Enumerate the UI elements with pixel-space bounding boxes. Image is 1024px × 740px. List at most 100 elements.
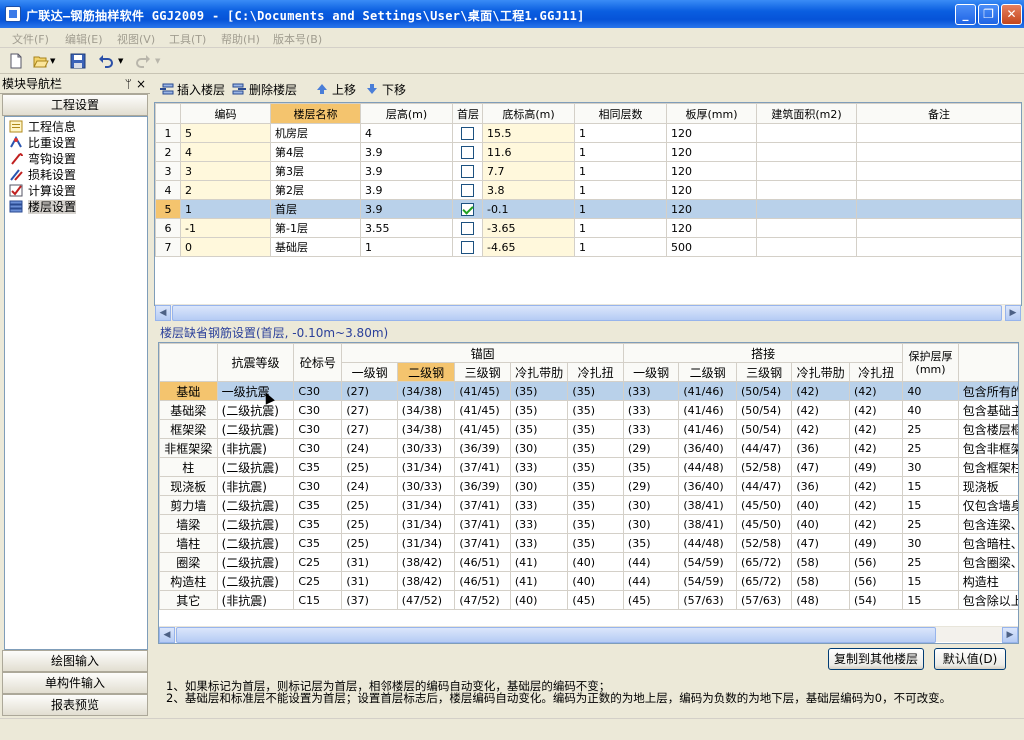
cell-note[interactable]: 包含连梁、暗梁、边 <box>957 514 1018 534</box>
cell-anchor-value[interactable]: (35) <box>567 438 624 458</box>
cell-first-floor[interactable] <box>452 199 483 219</box>
cell-lap-value[interactable]: (57/63) <box>678 590 737 610</box>
cell-anchor-value[interactable]: (27) <box>341 400 398 420</box>
cell-anchor-value[interactable]: (41/45) <box>454 400 511 420</box>
cell-lap-value[interactable]: (54/59) <box>678 552 737 572</box>
cell-anchor-value[interactable]: (30/33) <box>396 476 456 496</box>
cell-height[interactable]: 1 <box>360 237 453 257</box>
cell-lap-value[interactable]: (47) <box>791 533 850 553</box>
rebar-row[interactable]: 基础 一级抗震 C30 (27) (34/38) (41/45) (35) (35) (33)(… <box>159 381 1018 401</box>
cell-note[interactable]: 包含所有的基础构件 <box>957 381 1018 401</box>
cell-lap-value[interactable]: (45) <box>622 590 680 610</box>
cell-anchor-value[interactable]: (34/38) <box>396 419 456 439</box>
cell-slab-thickness[interactable]: 500 <box>666 237 757 257</box>
cell-lap-value[interactable]: (42) <box>848 495 904 515</box>
rebar-scroll-left-icon[interactable]: ◀ <box>159 627 175 643</box>
cell-lap-value[interactable]: (41/46) <box>678 419 737 439</box>
delete-floor-button[interactable]: 删除楼层 <box>232 81 297 98</box>
cell-seismic-grade[interactable]: 一级抗震 <box>216 381 295 401</box>
anchor-cold-twisted-header[interactable]: 冷扎扭 <box>567 362 624 382</box>
cell-anchor-value[interactable]: (36/39) <box>454 476 511 496</box>
cell-anchor-value[interactable]: (37) <box>341 590 398 610</box>
checkbox[interactable] <box>461 221 474 235</box>
cell-anchor-value[interactable]: (31/34) <box>396 457 456 477</box>
undo-icon[interactable] <box>98 53 114 69</box>
move-up-button[interactable]: 上移 <box>315 81 356 98</box>
rebar-scroll-thumb[interactable] <box>176 627 936 643</box>
cell-anchor-value[interactable]: (37/41) <box>454 514 511 534</box>
cell-height[interactable]: 4 <box>360 123 453 143</box>
cell-lap-value[interactable]: (49) <box>848 457 904 477</box>
cell-lap-value[interactable]: (42) <box>791 419 850 439</box>
cell-anchor-value[interactable]: (41) <box>509 571 569 591</box>
cell-remark[interactable] <box>856 142 1021 162</box>
scroll-thumb[interactable] <box>172 305 1002 321</box>
cell-anchor-value[interactable]: (30) <box>509 476 569 496</box>
cell-note[interactable]: 包含圈梁、过梁 <box>957 552 1018 572</box>
cell-seismic-grade[interactable]: (二级抗震) <box>216 533 295 553</box>
cell-note[interactable]: 包含除以上构件类型 <box>957 590 1018 610</box>
cell-height[interactable]: 3.9 <box>360 199 453 219</box>
menu-version[interactable]: 版本号(B) <box>273 31 322 47</box>
cell-cover-thickness[interactable]: 25 <box>902 419 959 439</box>
rebar-header-concrete[interactable]: 砼标号 <box>293 343 343 382</box>
panel-close-icon[interactable]: × <box>136 76 146 93</box>
cell-anchor-value[interactable]: (33) <box>509 514 569 534</box>
scroll-right-icon[interactable]: ▶ <box>1005 305 1021 321</box>
cell-lap-value[interactable]: (44/47) <box>735 438 793 458</box>
cell-building-area[interactable] <box>756 142 857 162</box>
cell-anchor-value[interactable]: (37/41) <box>454 533 511 553</box>
cell-bottom-elevation[interactable]: -3.65 <box>482 218 575 238</box>
cell-anchor-value[interactable]: (34/38) <box>396 400 456 420</box>
cell-code[interactable]: 0 <box>180 237 271 257</box>
cell-height[interactable]: 3.55 <box>360 218 453 238</box>
cell-anchor-value[interactable]: (30) <box>509 438 569 458</box>
cell-remark[interactable] <box>856 199 1021 219</box>
cell-anchor-value[interactable]: (41) <box>509 552 569 572</box>
cell-cover-thickness[interactable]: 30 <box>902 457 959 477</box>
cell-note[interactable]: 仅包含墙身 <box>957 495 1018 515</box>
cell-anchor-value[interactable]: (35) <box>567 495 624 515</box>
cell-anchor-value[interactable]: (33) <box>509 495 569 515</box>
cell-anchor-value[interactable]: (35) <box>509 419 569 439</box>
section-drawing-input[interactable]: 绘图输入 <box>2 650 148 672</box>
cell-seismic-grade[interactable]: (二级抗震) <box>216 514 295 534</box>
cell-lap-value[interactable]: (38/41) <box>678 514 737 534</box>
cell-cover-thickness[interactable]: 25 <box>902 514 959 534</box>
checkbox[interactable] <box>461 164 474 178</box>
cell-lap-value[interactable]: (42) <box>848 514 904 534</box>
cell-anchor-value[interactable]: (33) <box>509 533 569 553</box>
floor-table-hscrollbar[interactable]: ◀ ▶ <box>155 304 1021 321</box>
cell-lap-value[interactable]: (49) <box>848 533 904 553</box>
cell-cover-thickness[interactable]: 15 <box>902 495 959 515</box>
cell-anchor-value[interactable]: (30/33) <box>396 438 456 458</box>
cell-cover-thickness[interactable]: 15 <box>902 590 959 610</box>
cell-cover-thickness[interactable]: 15 <box>902 571 959 591</box>
cell-lap-value[interactable]: (58) <box>791 571 850 591</box>
menu-file[interactable]: 文件(F) <box>12 31 49 47</box>
cell-building-area[interactable] <box>756 199 857 219</box>
cell-floor-name[interactable]: 第-1层 <box>270 218 361 238</box>
menu-view[interactable]: 视图(V) <box>117 31 155 47</box>
cell-anchor-value[interactable]: (35) <box>567 457 624 477</box>
cell-concrete-grade[interactable]: C25 <box>293 552 343 572</box>
cell-floor-name[interactable]: 机房层 <box>270 123 361 143</box>
cell-anchor-value[interactable]: (35) <box>567 419 624 439</box>
cell-lap-value[interactable]: (36/40) <box>678 438 737 458</box>
cell-cover-thickness[interactable]: 25 <box>902 552 959 572</box>
cell-anchor-value[interactable]: (31/34) <box>396 533 456 553</box>
cell-anchor-value[interactable]: (38/42) <box>396 552 456 572</box>
cell-lap-value[interactable]: (44) <box>622 552 680 572</box>
cell-anchor-value[interactable]: (31) <box>341 571 398 591</box>
cell-bottom-elevation[interactable]: 3.8 <box>482 180 575 200</box>
cell-remark[interactable] <box>856 237 1021 257</box>
nav-item-loss-settings[interactable]: 损耗设置 <box>9 167 76 183</box>
cell-same-count[interactable]: 1 <box>574 218 667 238</box>
header-first-floor[interactable]: 首层 <box>452 103 483 124</box>
lap-grade2-header[interactable]: 二级钢 <box>678 362 737 382</box>
floor-row[interactable]: 7 0 基础层 1 -4.65 1 500 <box>155 237 1021 257</box>
cell-bottom-elevation[interactable]: -4.65 <box>482 237 575 257</box>
minimize-button[interactable]: _ <box>955 4 976 25</box>
cell-first-floor[interactable] <box>452 142 483 162</box>
cell-anchor-value[interactable]: (47/52) <box>454 590 511 610</box>
